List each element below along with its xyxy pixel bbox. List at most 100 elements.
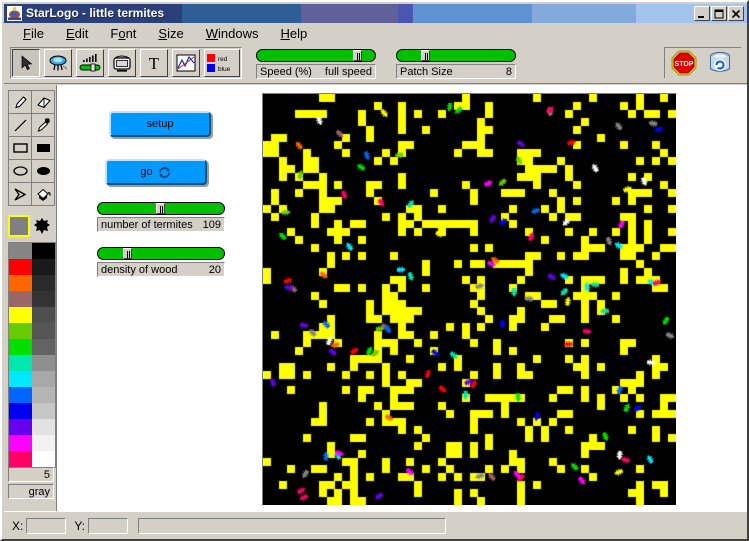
x-coordinate-field[interactable] — [26, 517, 67, 534]
status-bar: X: Y: — [4, 511, 747, 539]
palette-color-swatch[interactable] — [32, 435, 55, 451]
palette-color-swatch[interactable] — [9, 307, 32, 323]
palette-color-swatch[interactable] — [32, 403, 55, 419]
palette-color-swatch[interactable] — [32, 371, 55, 387]
speed-slider[interactable]: Speed (%) full speed — [256, 49, 376, 79]
number-of-termites-thumb[interactable] — [156, 203, 165, 214]
menu-item-help[interactable]: Help — [269, 24, 318, 43]
title-bar[interactable]: StarLogo - little termites — [4, 4, 747, 23]
setup-button[interactable]: setup — [109, 111, 211, 137]
density-of-wood-thumb[interactable] — [123, 248, 132, 259]
palette-color-swatch[interactable] — [32, 323, 55, 339]
drawing-tool-grid — [8, 90, 55, 206]
patch-size-slider-thumb[interactable] — [421, 50, 430, 61]
ellipse-outline-tool[interactable] — [9, 160, 32, 183]
toolbar-button-group: T red blue — [10, 47, 242, 79]
menu-item-windows[interactable]: Windows — [195, 24, 270, 43]
menu-item-edit[interactable]: Edit — [55, 24, 99, 43]
y-coordinate-field[interactable] — [88, 517, 129, 534]
density-of-wood-readout: density of wood 20 — [97, 262, 225, 277]
ellipse-filled-tool[interactable] — [32, 160, 55, 183]
speed-slider-track[interactable] — [256, 49, 376, 62]
number-of-termites-value: 109 — [202, 218, 221, 231]
maximize-button[interactable] — [711, 6, 727, 21]
density-of-wood-track[interactable] — [97, 247, 225, 260]
turtle-monitor-tool[interactable] — [44, 49, 72, 77]
number-of-termites-slider[interactable]: number of termites 109 — [97, 202, 225, 232]
simulation-canvas-frame — [262, 93, 677, 506]
toolbar: T red blue Speed (%) full speed Patch Si… — [4, 44, 747, 84]
workspace-area: setup go number of termites 109 density … — [56, 85, 747, 511]
current-color-swatch[interactable] — [8, 215, 30, 237]
palette-color-swatch[interactable] — [9, 435, 32, 451]
monitor-tool[interactable] — [108, 49, 136, 77]
simulation-canvas[interactable] — [263, 94, 676, 505]
menu-item-file[interactable]: File — [12, 24, 55, 43]
text-tool[interactable]: T — [140, 49, 168, 77]
palette-color-swatch[interactable] — [9, 387, 32, 403]
window-title: StarLogo - little termites — [26, 6, 165, 20]
pencil-tool[interactable] — [9, 91, 32, 114]
color-name-readout: gray — [8, 484, 54, 499]
go-button[interactable]: go — [105, 159, 207, 185]
palette-color-swatch[interactable] — [9, 451, 32, 467]
patch-size-slider-name: Patch Size — [400, 65, 453, 78]
turtle-shape-icon[interactable] — [30, 215, 54, 237]
reset-button[interactable] — [705, 48, 735, 78]
number-of-termites-track[interactable] — [97, 202, 225, 215]
legend-tool[interactable]: red blue — [204, 49, 240, 77]
color-value-readout: 5 — [8, 467, 54, 482]
palette-color-swatch[interactable] — [9, 243, 32, 259]
palette-color-swatch[interactable] — [9, 259, 32, 275]
rectangle-outline-tool[interactable] — [9, 137, 32, 160]
eraser-tool[interactable] — [32, 91, 55, 114]
palette-color-swatch[interactable] — [9, 371, 32, 387]
paint-bucket-tool[interactable] — [32, 183, 55, 206]
titlebar-band — [531, 4, 639, 23]
speed-slider-name: Speed (%) — [260, 65, 312, 78]
palette-color-swatch[interactable] — [9, 275, 32, 291]
status-message-field[interactable] — [138, 517, 447, 534]
starlogo-turtle-icon — [7, 6, 22, 21]
density-of-wood-slider[interactable]: density of wood 20 — [97, 247, 225, 277]
menu-item-font[interactable]: Font — [99, 24, 147, 43]
close-button[interactable] — [728, 6, 744, 21]
x-coordinate-label: X: — [12, 518, 24, 533]
svg-text:red: red — [218, 56, 228, 63]
svg-text:T: T — [149, 54, 160, 72]
polygon-tool[interactable] — [9, 183, 32, 206]
palette-color-swatch[interactable] — [32, 451, 55, 467]
arrow-select-tool[interactable] — [12, 49, 40, 77]
palette-color-swatch[interactable] — [9, 355, 32, 371]
palette-color-swatch[interactable] — [9, 419, 32, 435]
menu-bar: File Edit Font Size Windows Help — [4, 23, 747, 44]
palette-color-swatch[interactable] — [32, 387, 55, 403]
speed-slider-readout: Speed (%) full speed — [256, 64, 376, 79]
palette-color-swatch[interactable] — [32, 419, 55, 435]
stop-button[interactable]: STOP — [669, 48, 699, 78]
palette-color-swatch[interactable] — [32, 291, 55, 307]
palette-color-swatch[interactable] — [9, 291, 32, 307]
minimize-button[interactable] — [694, 6, 710, 21]
palette-color-swatch[interactable] — [32, 307, 55, 323]
patch-size-slider-value: 8 — [505, 65, 512, 78]
eyedropper-tool[interactable] — [32, 114, 55, 137]
speed-slider-thumb[interactable] — [353, 50, 362, 61]
palette-color-swatch[interactable] — [32, 243, 55, 259]
menu-item-size[interactable]: Size — [147, 24, 194, 43]
palette-color-swatch[interactable] — [32, 339, 55, 355]
plot-tool[interactable] — [172, 49, 200, 77]
palette-color-swatch[interactable] — [9, 323, 32, 339]
palette-color-swatch[interactable] — [9, 339, 32, 355]
patch-size-slider-readout: Patch Size 8 — [396, 64, 516, 79]
slider-tool[interactable] — [76, 49, 104, 77]
current-color-row — [8, 215, 54, 239]
palette-color-swatch[interactable] — [32, 275, 55, 291]
patch-size-slider-track[interactable] — [396, 49, 516, 62]
palette-color-swatch[interactable] — [32, 259, 55, 275]
patch-size-slider[interactable]: Patch Size 8 — [396, 49, 516, 79]
rectangle-filled-tool[interactable] — [32, 137, 55, 160]
palette-color-swatch[interactable] — [32, 355, 55, 371]
line-tool[interactable] — [9, 114, 32, 137]
palette-color-swatch[interactable] — [9, 403, 32, 419]
